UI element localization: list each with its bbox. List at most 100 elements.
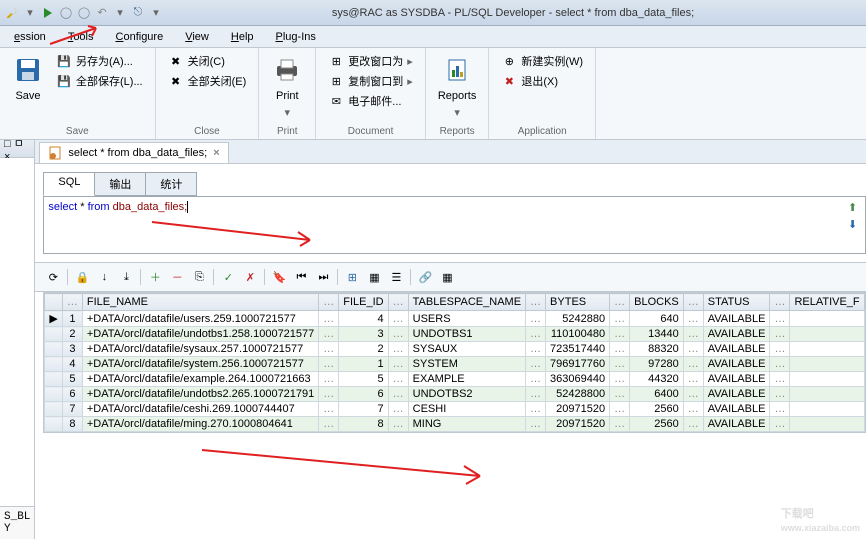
dropdown3-icon[interactable]: ▾ [148, 5, 164, 21]
cell[interactable]: 4 [62, 357, 82, 372]
menu-tools[interactable]: Tools [58, 29, 104, 45]
cell[interactable]: AVAILABLE [703, 357, 770, 372]
cell[interactable]: … [770, 402, 790, 417]
table-row[interactable]: 5+DATA/orcl/datafile/example.264.1000721… [45, 372, 864, 387]
cell[interactable]: +DATA/orcl/datafile/sysaux.257.100072157… [82, 342, 318, 357]
cell[interactable]: … [610, 372, 630, 387]
cell[interactable]: UNDOTBS2 [408, 387, 525, 402]
cell[interactable]: 8 [339, 417, 388, 432]
close-button[interactable]: ✖关闭(C) [164, 52, 251, 70]
last-icon[interactable]: ⏭ [313, 267, 333, 287]
table-row[interactable]: 4+DATA/orcl/datafile/system.256.10007215… [45, 357, 864, 372]
cancel-icon[interactable]: ✗ [240, 267, 260, 287]
cell[interactable]: 363069440 [546, 372, 610, 387]
tab-output[interactable]: 输出 [94, 172, 146, 196]
cell[interactable]: USERS [408, 311, 525, 327]
menu-help[interactable]: Help [221, 29, 264, 45]
col-tablespace_name[interactable]: TABLESPACE_NAME [408, 294, 525, 311]
close-tab-icon[interactable]: × [213, 147, 219, 159]
cell[interactable]: 7 [339, 402, 388, 417]
col-ellipsis[interactable]: … [62, 294, 82, 311]
settings-icon[interactable]: ⎋ [130, 5, 146, 21]
sql-editor[interactable]: select * from dba_data_files; ⬆ ⬇ [43, 196, 865, 254]
bookmark-icon[interactable]: 🔖 [269, 267, 289, 287]
col-file_name[interactable]: FILE_NAME [82, 294, 318, 311]
cell[interactable]: … [319, 311, 339, 327]
tab-stats[interactable]: 统计 [145, 172, 197, 196]
cell[interactable]: … [610, 387, 630, 402]
cell[interactable]: … [388, 311, 408, 327]
cell[interactable]: … [388, 357, 408, 372]
fetch-next-icon[interactable]: ↓ [94, 267, 114, 287]
first-icon[interactable]: ⏮ [291, 267, 311, 287]
col-ellipsis[interactable]: … [610, 294, 630, 311]
duplicate-row-icon[interactable]: ⎘ [189, 267, 209, 287]
cell[interactable]: … [319, 357, 339, 372]
document-tab[interactable]: select * from dba_data_files; × [39, 142, 228, 163]
cell[interactable]: … [526, 372, 546, 387]
cell[interactable]: … [388, 402, 408, 417]
col-file_id[interactable]: FILE_ID [339, 294, 388, 311]
save-all-button[interactable]: 💾全部保存(L)... [52, 72, 147, 90]
cell[interactable]: AVAILABLE [703, 417, 770, 432]
cell[interactable]: 5242880 [546, 311, 610, 327]
col-ellipsis[interactable]: … [683, 294, 703, 311]
cell[interactable]: 5 [62, 372, 82, 387]
close-all-button[interactable]: ✖全部关闭(E) [164, 72, 251, 90]
cell[interactable]: +DATA/orcl/datafile/example.264.10007216… [82, 372, 318, 387]
refresh-icon[interactable]: ⟳ [43, 267, 63, 287]
cell[interactable]: … [770, 372, 790, 387]
add-row-icon[interactable]: ＋ [145, 267, 165, 287]
cell[interactable]: … [683, 327, 703, 342]
cell[interactable]: … [770, 342, 790, 357]
table-row[interactable]: ▶1+DATA/orcl/datafile/users.259.10007215… [45, 311, 864, 327]
cell[interactable]: +DATA/orcl/datafile/users.259.1000721577 [82, 311, 318, 327]
cell[interactable]: 44320 [630, 372, 684, 387]
cell[interactable]: … [683, 372, 703, 387]
menu-configure[interactable]: Configure [106, 29, 174, 45]
cell[interactable]: … [388, 342, 408, 357]
cell[interactable]: +DATA/orcl/datafile/system.256.100072157… [82, 357, 318, 372]
cell[interactable]: 640 [630, 311, 684, 327]
grid-view-icon[interactable]: ▦ [437, 267, 457, 287]
cell[interactable]: AVAILABLE [703, 342, 770, 357]
col-bytes[interactable]: BYTES [546, 294, 610, 311]
new-instance-button[interactable]: ⊕新建实例(W) [497, 52, 587, 70]
undo-icon[interactable]: ↶ [94, 5, 110, 21]
post-icon[interactable]: ✓ [218, 267, 238, 287]
print-button[interactable]: Print▾ [267, 52, 307, 121]
cell[interactable]: … [526, 342, 546, 357]
tab-sql[interactable]: SQL [43, 172, 95, 196]
cell[interactable]: … [770, 387, 790, 402]
cell[interactable] [45, 417, 62, 432]
cell[interactable] [790, 417, 864, 432]
result-grid[interactable]: …FILE_NAME…FILE_ID…TABLESPACE_NAME…BYTES… [43, 292, 865, 433]
cell[interactable]: … [319, 402, 339, 417]
cell[interactable]: … [319, 372, 339, 387]
cell[interactable]: +DATA/orcl/datafile/ceshi.269.1000744407 [82, 402, 318, 417]
cell[interactable]: … [770, 327, 790, 342]
cell[interactable] [790, 342, 864, 357]
menu-session[interactable]: ession [4, 29, 56, 45]
delete-row-icon[interactable]: － [167, 267, 187, 287]
cell[interactable] [45, 402, 62, 417]
cell[interactable]: ▶ [45, 311, 62, 327]
cell[interactable]: 723517440 [546, 342, 610, 357]
dropdown2-icon[interactable]: ▾ [112, 5, 128, 21]
cell[interactable]: AVAILABLE [703, 387, 770, 402]
cell[interactable]: … [683, 417, 703, 432]
cell[interactable]: AVAILABLE [703, 402, 770, 417]
reports-button[interactable]: Reports▾ [434, 52, 481, 121]
col-ellipsis[interactable]: … [526, 294, 546, 311]
cell[interactable]: … [526, 402, 546, 417]
cell[interactable]: … [683, 342, 703, 357]
cell[interactable]: AVAILABLE [703, 372, 770, 387]
cell[interactable] [790, 387, 864, 402]
cell[interactable]: 20971520 [546, 402, 610, 417]
lock-icon[interactable]: 🔒 [72, 267, 92, 287]
cell[interactable]: 7 [62, 402, 82, 417]
email-button[interactable]: ✉电子邮件... [324, 92, 417, 110]
cell[interactable]: 20971520 [546, 417, 610, 432]
cell[interactable]: 2 [62, 327, 82, 342]
cell[interactable]: … [319, 387, 339, 402]
